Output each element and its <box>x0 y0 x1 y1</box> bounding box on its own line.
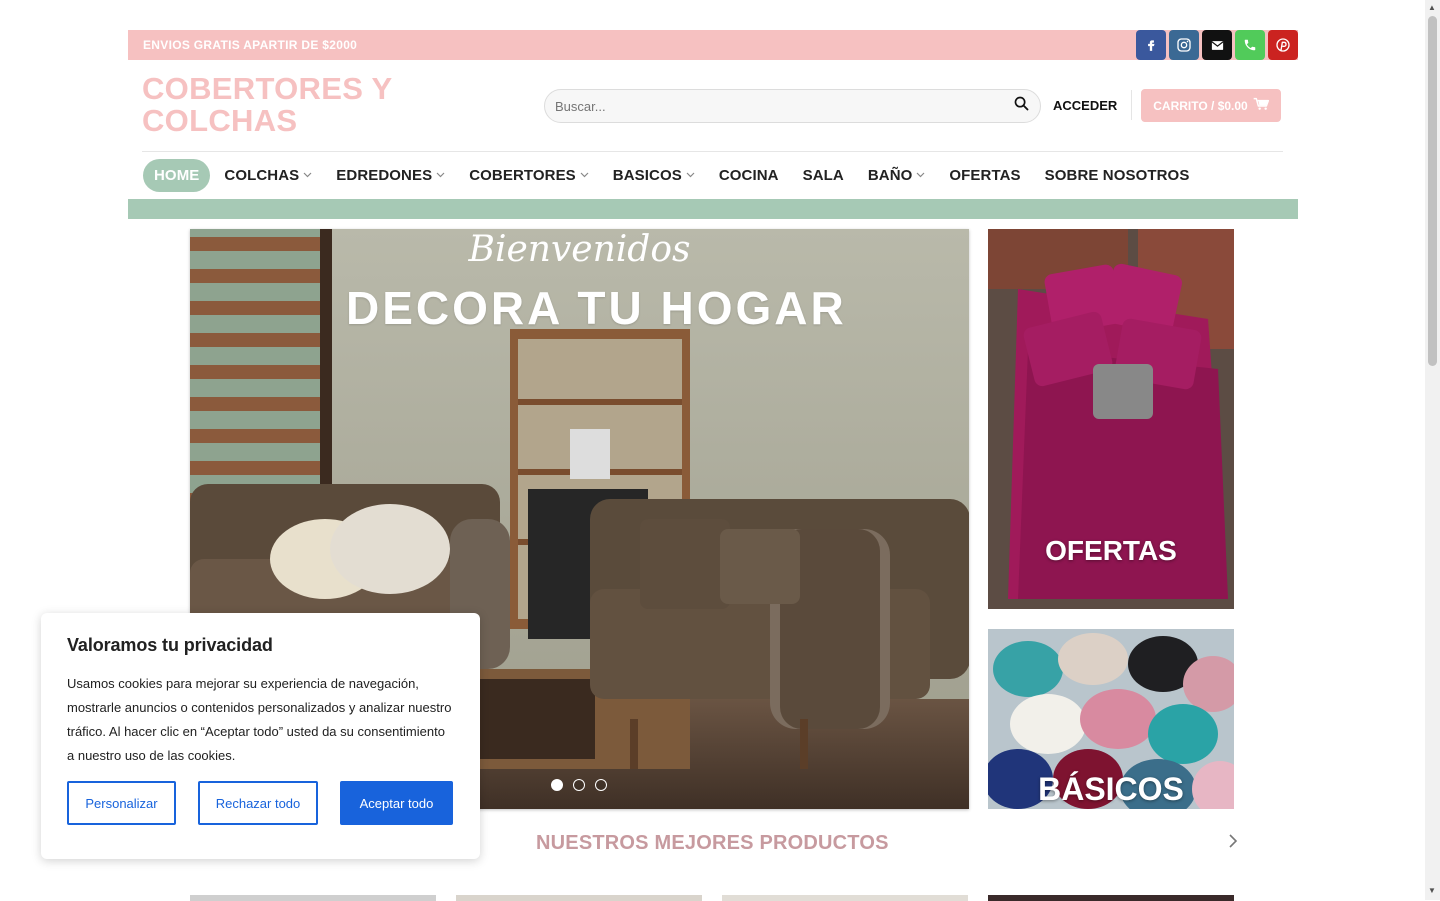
reject-all-button[interactable]: Rechazar todo <box>198 781 318 825</box>
nav-accent-bar <box>128 199 1298 219</box>
page-scrollbar[interactable]: ▲ ▼ <box>1425 0 1440 900</box>
cookie-body: Usamos cookies para mejorar su experienc… <box>67 676 452 763</box>
nav-item-label: SALA <box>802 166 844 184</box>
chevron-right-icon[interactable] <box>1226 832 1240 855</box>
basicos-label: BÁSICOS <box>1038 771 1184 807</box>
scroll-up-icon[interactable]: ▲ <box>1428 3 1436 12</box>
nav-item-label: OFERTAS <box>949 166 1021 184</box>
slider-dot-1[interactable] <box>551 779 563 791</box>
product-thumb[interactable] <box>190 895 436 901</box>
cart-icon <box>1253 97 1269 114</box>
basicos-banner[interactable]: BÁSICOS <box>988 629 1234 809</box>
instagram-icon[interactable] <box>1169 30 1199 60</box>
cookie-actions: Personalizar Rechazar todo Aceptar todo <box>67 781 453 825</box>
product-thumb[interactable] <box>722 895 968 901</box>
nav-item-label: BAÑO <box>867 166 913 184</box>
logo-line-2: COLCHAS <box>142 103 298 138</box>
nav-item-sala[interactable]: SALA <box>803 167 844 184</box>
ofertas-banner[interactable]: OFERTAS <box>988 229 1234 609</box>
free-shipping-promo: ENVIOS GRATIS APARTIR DE $2000 <box>143 38 358 52</box>
product-thumb[interactable] <box>988 895 1234 901</box>
nav-item-label: EDREDONES <box>336 166 433 184</box>
accept-all-button[interactable]: Aceptar todo <box>340 781 453 825</box>
nav-item-baño[interactable]: BAÑO <box>868 167 926 184</box>
scroll-down-icon[interactable]: ▼ <box>1428 886 1436 895</box>
nav-item-basicos[interactable]: BASICOS <box>613 167 695 184</box>
chevron-down-icon <box>436 170 445 181</box>
search-icon[interactable] <box>1013 95 1030 117</box>
chevron-down-icon <box>580 170 589 181</box>
nav-item-label: COCINA <box>718 166 779 184</box>
header-separator <box>142 151 1283 152</box>
hero-headline: DECORA TU HOGAR <box>346 282 847 334</box>
main-nav: HOME COLCHAS EDREDONES COBERTORES BASICOS COC… <box>143 157 1213 193</box>
hero-welcome: Bienvenidos <box>468 229 691 270</box>
chevron-down-icon <box>686 170 695 181</box>
slider-dot-2[interactable] <box>573 779 585 791</box>
cart-label: CARRITO / $0.00 <box>1153 98 1248 113</box>
scrollbar-thumb[interactable] <box>1428 16 1437 366</box>
best-products-title: NUESTROS MEJORES PRODUCTOS <box>536 832 889 854</box>
email-icon[interactable] <box>1202 30 1232 60</box>
chevron-down-icon <box>916 170 925 181</box>
pinterest-icon[interactable] <box>1268 30 1298 60</box>
header-divider <box>1131 90 1132 120</box>
nav-item-cobertores[interactable]: COBERTORES <box>469 167 589 184</box>
phone-icon[interactable] <box>1235 30 1265 60</box>
social-links <box>1136 30 1298 60</box>
nav-item-edredones[interactable]: EDREDONES <box>336 167 445 184</box>
nav-item-home[interactable]: HOME <box>143 158 211 192</box>
product-thumb[interactable] <box>456 895 702 901</box>
nav-item-label: COBERTORES <box>469 166 576 184</box>
slider-dots <box>551 779 607 791</box>
login-link[interactable]: ACCEDER <box>1053 98 1117 113</box>
facebook-icon[interactable] <box>1136 30 1166 60</box>
nav-item-ofertas[interactable]: OFERTAS <box>949 167 1020 184</box>
chevron-down-icon <box>303 170 312 181</box>
nav-item-label: BASICOS <box>612 166 682 184</box>
nav-item-cocina[interactable]: COCINA <box>719 167 779 184</box>
nav-item-colchas[interactable]: COLCHAS <box>224 167 312 184</box>
search-box <box>544 89 1041 123</box>
ofertas-label: OFERTAS <box>1045 535 1177 566</box>
site-logo[interactable]: COBERTORES Y COLCHAS <box>142 73 472 137</box>
slider-dot-3[interactable] <box>595 779 607 791</box>
cookie-consent-dialog: Valoramos tu privacidad Usamos cookies p… <box>41 613 480 859</box>
logo-line-1: COBERTORES Y <box>142 71 393 106</box>
cookie-title: Valoramos tu privacidad <box>67 635 273 655</box>
customize-button[interactable]: Personalizar <box>67 781 176 825</box>
nav-item-label: HOME <box>154 166 200 184</box>
search-input[interactable] <box>555 98 1013 114</box>
cart-button[interactable]: CARRITO / $0.00 <box>1141 89 1281 122</box>
nav-item-label: SOBRE NOSOTROS <box>1044 166 1190 184</box>
nav-item-label: COLCHAS <box>224 166 300 184</box>
top-bar: ENVIOS GRATIS APARTIR DE $2000 <box>128 30 1298 60</box>
nav-item-sobre-nosotros[interactable]: SOBRE NOSOTROS <box>1045 167 1190 184</box>
